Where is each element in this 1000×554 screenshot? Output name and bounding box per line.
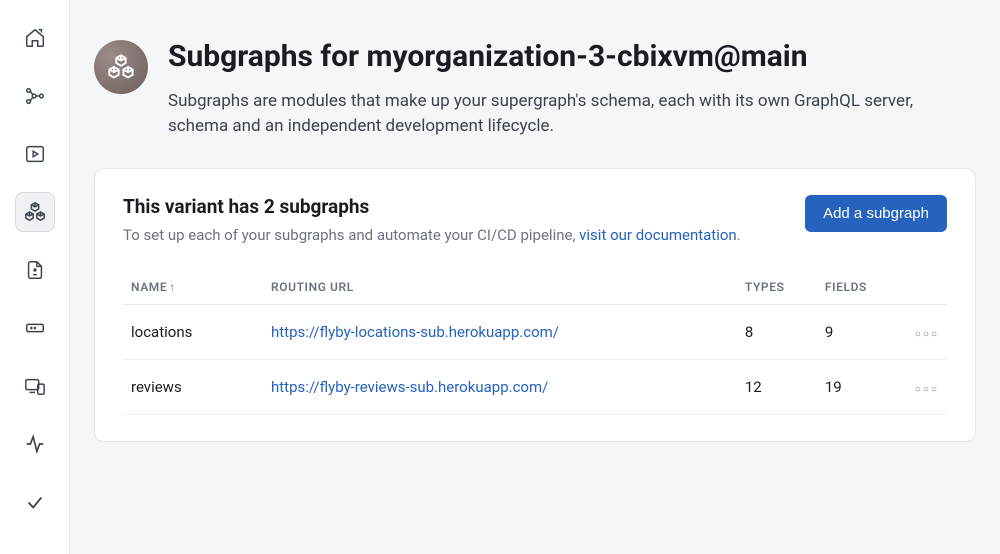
sidebar-item-home[interactable] (15, 18, 55, 58)
sidebar-item-subgraphs[interactable] (15, 192, 55, 232)
subgraphs-table: NAME↑ ROUTING URL TYPES FIELDS locations… (123, 270, 947, 415)
sidebar-item-insights[interactable] (15, 424, 55, 464)
sort-asc-icon: ↑ (169, 280, 176, 294)
page-header: Subgraphs for myorganization-3-cbixvm@ma… (94, 40, 976, 140)
row-menu-icon[interactable]: ○○○ (915, 329, 939, 340)
subgraph-types: 12 (737, 360, 817, 415)
page-description: Subgraphs are modules that make up your … (168, 89, 976, 140)
subgraph-fields: 19 (817, 360, 907, 415)
sidebar-item-checks[interactable] (15, 482, 55, 522)
subgraphs-header-icon (94, 40, 148, 94)
page-title: Subgraphs for myorganization-3-cbixvm@ma… (168, 40, 976, 75)
col-header-name[interactable]: NAME↑ (123, 270, 263, 305)
subgraph-url: https://flyby-locations-sub.herokuapp.co… (263, 305, 737, 360)
main: Subgraphs for myorganization-3-cbixvm@ma… (70, 0, 1000, 554)
col-header-fields[interactable]: FIELDS (817, 270, 907, 305)
table-row: reviews https://flyby-reviews-sub.heroku… (123, 360, 947, 415)
table-row: locations https://flyby-locations-sub.he… (123, 305, 947, 360)
rectangle-dots-icon (24, 317, 46, 339)
row-menu-icon[interactable]: ○○○ (915, 384, 939, 395)
subgraph-types: 8 (737, 305, 817, 360)
devices-icon (24, 375, 46, 397)
docs-link[interactable]: visit our documentation (579, 226, 737, 244)
sidebar-item-clients[interactable] (15, 366, 55, 406)
card-title: This variant has 2 subgraphs (123, 195, 741, 218)
sidebar-item-changelog[interactable] (15, 250, 55, 290)
sidebar-item-graph[interactable] (15, 76, 55, 116)
subgraph-url: https://flyby-reviews-sub.herokuapp.com/ (263, 360, 737, 415)
add-subgraph-button[interactable]: Add a subgraph (805, 195, 947, 232)
graph-nodes-icon (24, 85, 46, 107)
sidebar (0, 0, 70, 554)
col-header-url[interactable]: ROUTING URL (263, 270, 737, 305)
subgraph-fields: 9 (817, 305, 907, 360)
boxes-icon (24, 201, 46, 223)
play-square-icon (24, 143, 46, 165)
subgraph-name[interactable]: reviews (123, 360, 263, 415)
card-subtitle: To set up each of your subgraphs and aut… (123, 224, 741, 247)
col-header-types[interactable]: TYPES (737, 270, 817, 305)
check-icon (24, 491, 46, 513)
sidebar-item-fields[interactable] (15, 308, 55, 348)
activity-icon (24, 433, 46, 455)
file-diff-icon (24, 259, 46, 281)
home-icon (24, 27, 46, 49)
subgraph-name[interactable]: locations (123, 305, 263, 360)
subgraphs-card: This variant has 2 subgraphs To set up e… (94, 168, 976, 443)
sidebar-item-explorer[interactable] (15, 134, 55, 174)
